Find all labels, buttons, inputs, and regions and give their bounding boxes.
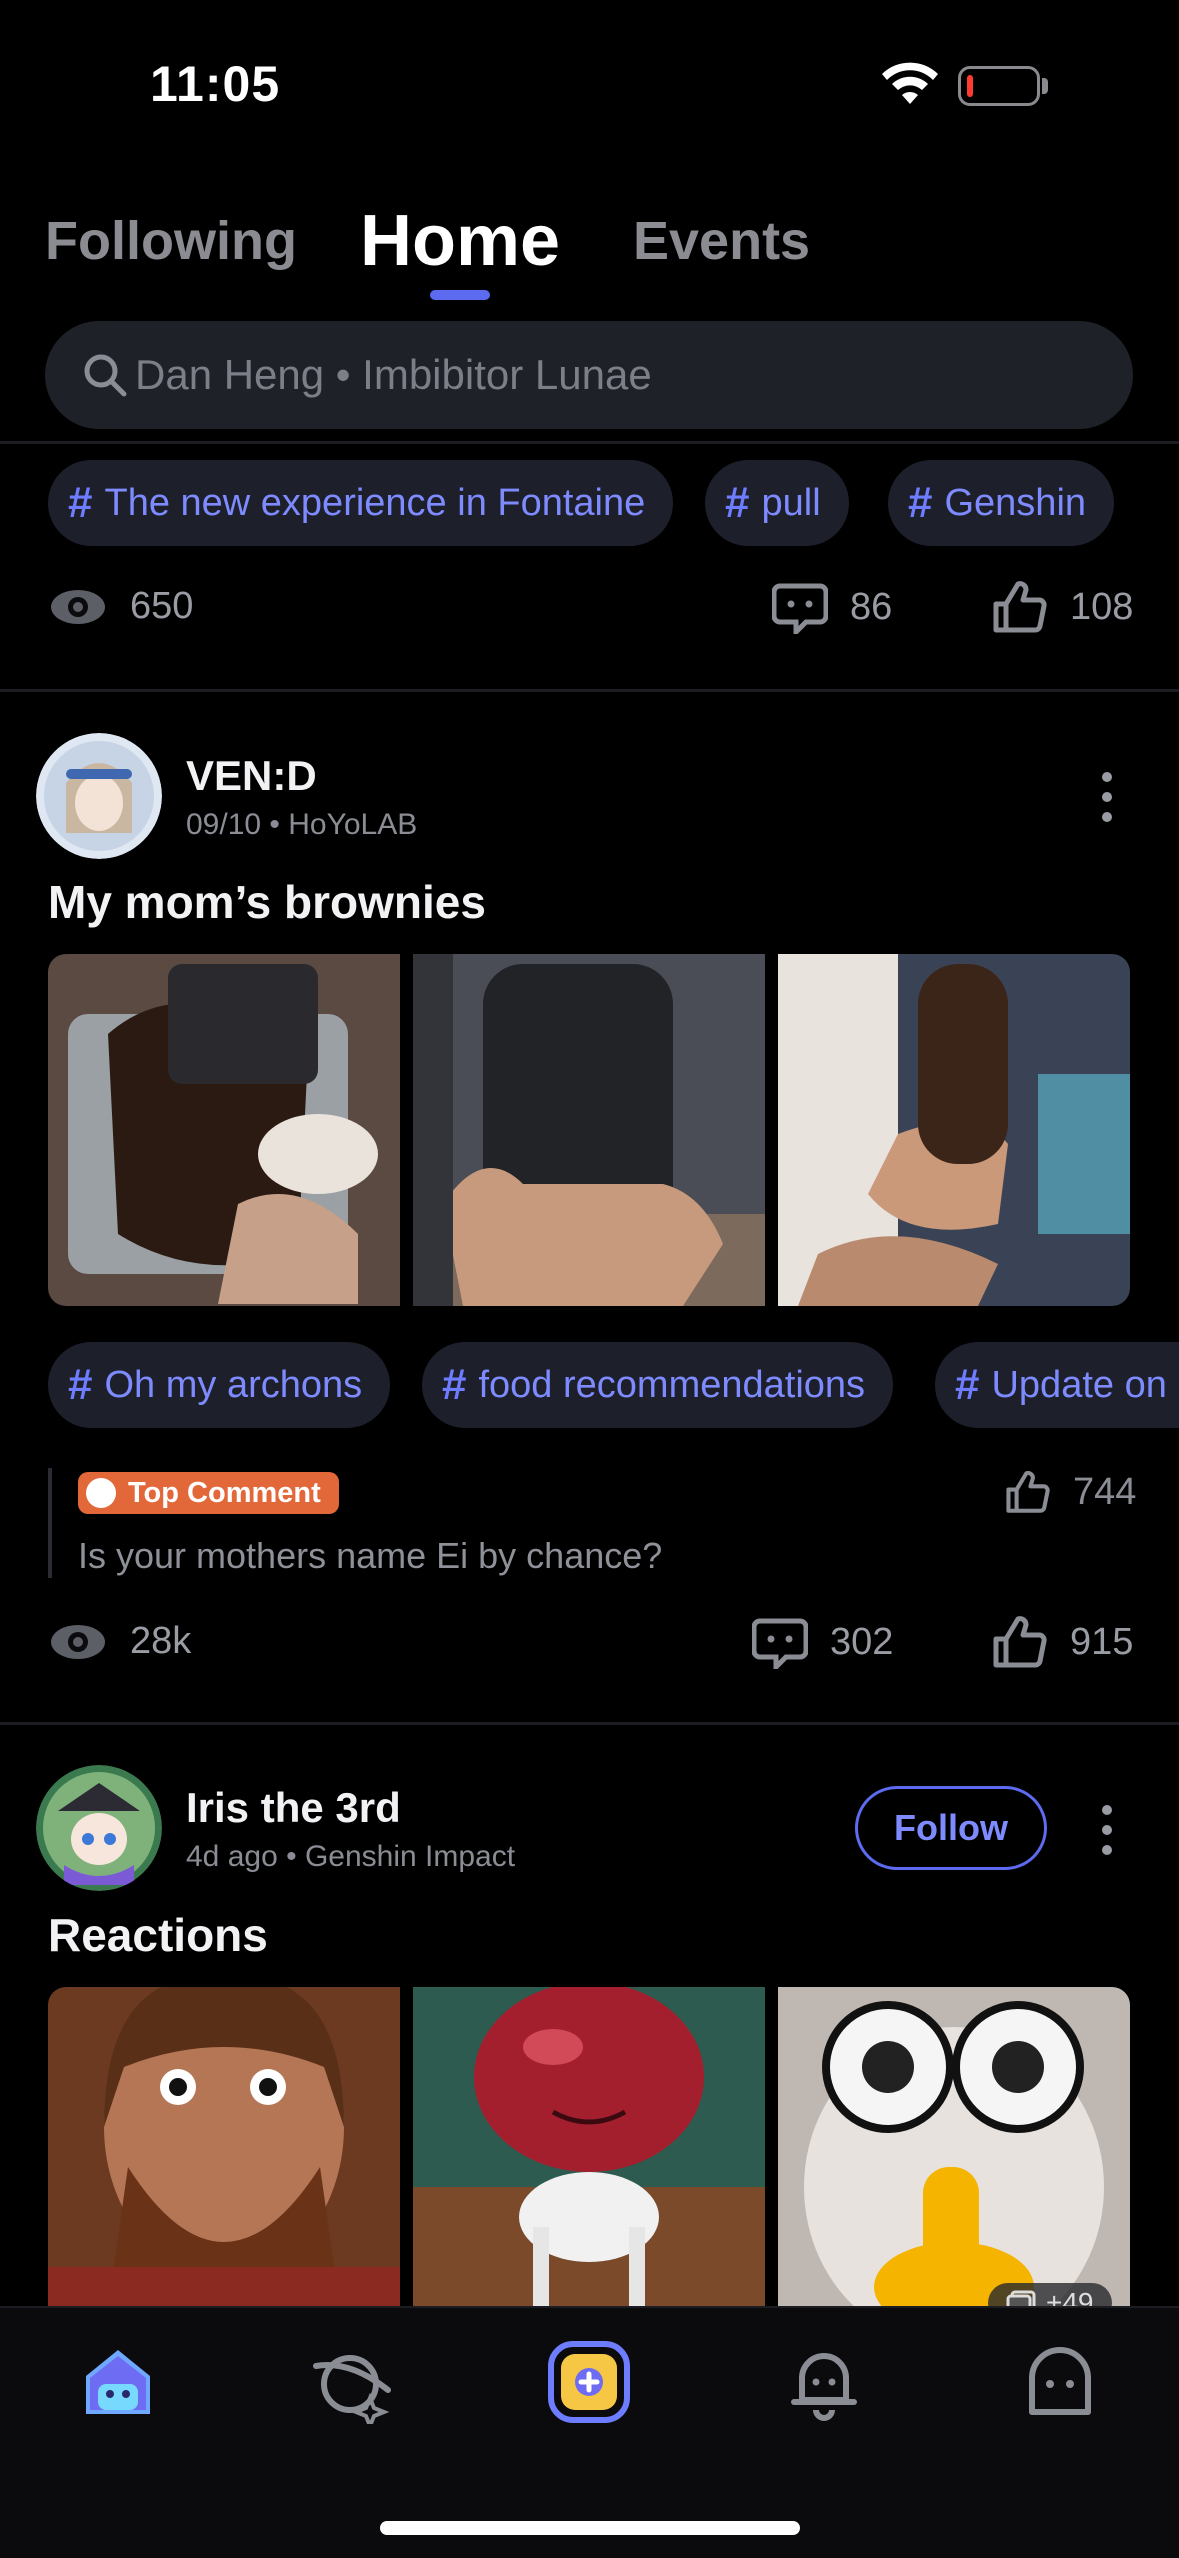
comment-icon <box>752 1618 808 1669</box>
post-image[interactable] <box>413 954 765 1306</box>
hash-icon: # <box>908 478 933 527</box>
hash-icon: # <box>68 1360 93 1409</box>
post-image[interactable] <box>413 1987 765 2307</box>
home-indicator <box>380 2521 800 2535</box>
hash-icon: # <box>955 1360 980 1409</box>
post-image[interactable] <box>48 1987 400 2307</box>
wifi-icon <box>882 62 938 104</box>
author-name[interactable]: Iris the 3rd <box>186 1784 401 1832</box>
search-icon <box>84 354 127 397</box>
thumbs-up-icon <box>993 1616 1047 1668</box>
post-image[interactable] <box>48 954 400 1306</box>
mascot-icon <box>86 1478 116 1508</box>
discover-planet-icon[interactable] <box>310 2340 394 2424</box>
notifications-bell-icon[interactable] <box>782 2340 866 2424</box>
post-image[interactable] <box>778 954 1130 1306</box>
hash-icon: # <box>725 478 750 527</box>
comment-quote-bar <box>48 1468 52 1578</box>
top-comment-text[interactable]: Is your mothers name Ei by chance? <box>78 1535 662 1577</box>
like-button[interactable]: 108 <box>992 580 1133 634</box>
tab-events[interactable]: Events <box>633 210 810 272</box>
post-image[interactable] <box>778 1987 1130 2307</box>
avatar[interactable] <box>36 733 162 859</box>
views-count: 650 <box>48 585 193 628</box>
status-time: 11:05 <box>150 56 281 112</box>
thumbs-up-icon <box>993 581 1047 633</box>
active-tab-indicator <box>430 290 490 300</box>
top-comment-badge: Top Comment <box>78 1472 339 1514</box>
tag-chip[interactable]: # Oh my archons <box>48 1342 391 1428</box>
tab-home[interactable]: Home <box>360 200 560 282</box>
battery-cap <box>1042 78 1048 94</box>
views-count: 28k <box>48 1620 191 1663</box>
comments-button[interactable]: 86 <box>772 580 892 634</box>
create-post-icon[interactable] <box>547 2340 631 2424</box>
eye-icon <box>51 589 105 624</box>
post-title[interactable]: Reactions <box>48 1908 268 1962</box>
tag-chip[interactable]: # Update on <box>935 1342 1179 1428</box>
post-title[interactable]: My mom’s brownies <box>48 875 486 929</box>
divider <box>0 689 1179 692</box>
post-meta: 09/10 • HoYoLAB <box>186 808 418 841</box>
more-options-icon[interactable] <box>1100 772 1114 832</box>
profile-icon[interactable] <box>1018 2340 1102 2424</box>
follow-button[interactable]: Follow <box>855 1786 1047 1870</box>
thumbs-up-icon <box>1006 1470 1050 1513</box>
hash-icon: # <box>442 1360 467 1409</box>
divider <box>0 441 1179 444</box>
divider <box>0 1722 1179 1725</box>
hash-icon: # <box>68 478 93 527</box>
tag-chip[interactable]: # Genshin <box>888 460 1115 546</box>
tag-chip[interactable]: # food recommendations <box>422 1342 894 1428</box>
comment-like-button[interactable]: 744 <box>1005 1470 1136 1514</box>
more-options-icon[interactable] <box>1100 1805 1114 1865</box>
tag-chip[interactable]: # The new experience in Fontaine <box>48 460 674 546</box>
author-name[interactable]: VEN:D <box>186 752 317 800</box>
home-icon[interactable] <box>76 2340 160 2424</box>
tag-chip[interactable]: # pull <box>705 460 849 546</box>
avatar[interactable] <box>36 1765 162 1891</box>
battery-icon <box>958 66 1040 106</box>
comment-icon <box>772 583 828 634</box>
search-placeholder: Dan Heng • Imbibitor Lunae <box>135 351 652 398</box>
search-input[interactable]: Dan Heng • Imbibitor Lunae <box>45 321 1133 429</box>
eye-icon <box>51 1624 105 1659</box>
comments-button[interactable]: 302 <box>752 1615 893 1669</box>
post-meta: 4d ago • Genshin Impact <box>186 1840 516 1873</box>
tab-following[interactable]: Following <box>45 210 297 272</box>
like-button[interactable]: 915 <box>992 1615 1133 1669</box>
